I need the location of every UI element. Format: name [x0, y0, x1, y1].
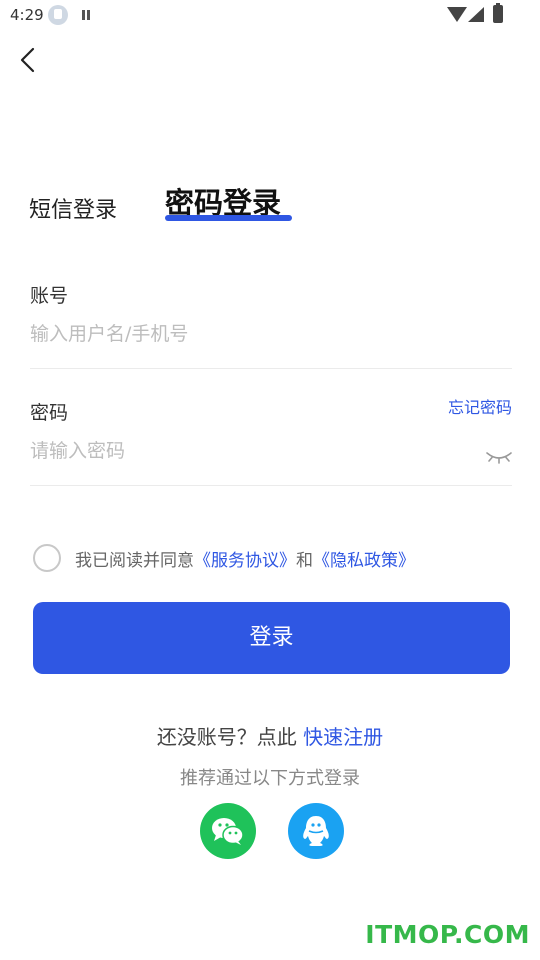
forgot-password-link[interactable]: 忘记密码: [448, 394, 512, 418]
agreement-conjunction: 和: [296, 551, 313, 571]
account-label: 账号: [30, 285, 69, 307]
social-login-title: 推荐通过以下方式登录: [180, 768, 360, 789]
active-tab-indicator: [165, 215, 292, 221]
chevron-left-icon: [20, 47, 35, 73]
account-input[interactable]: [30, 317, 470, 351]
status-time: 4:29: [10, 6, 44, 24]
register-prompt: 还没账号？点此: [156, 725, 297, 749]
account-divider: [30, 368, 512, 369]
quick-register-link[interactable]: 快速注册: [303, 725, 383, 749]
privacy-policy-link[interactable]: 《隐私政策》: [313, 551, 415, 571]
register-row: 还没账号？点此 快速注册: [0, 721, 540, 750]
qq-login-button[interactable]: [288, 803, 344, 859]
wechat-login-button[interactable]: [200, 803, 256, 859]
status-bar: 4:29: [0, 0, 540, 32]
wechat-icon: [212, 818, 244, 845]
qq-icon: [303, 816, 329, 846]
signal-icon: [468, 7, 484, 22]
password-input[interactable]: [30, 434, 450, 468]
password-label: 密码: [30, 402, 69, 424]
download-icon: [48, 5, 68, 25]
login-button[interactable]: 登录: [33, 602, 510, 674]
tab-sms-login[interactable]: 短信登录: [29, 192, 117, 224]
password-visibility-toggle[interactable]: [484, 446, 514, 468]
password-divider: [30, 485, 512, 486]
service-agreement-link[interactable]: 《服务协议》: [194, 551, 296, 571]
back-button[interactable]: [14, 44, 46, 76]
eye-closed-icon: [486, 452, 512, 464]
agreement-checkbox[interactable]: [33, 544, 61, 572]
agreement-text: 我已阅读并同意《服务协议》和《隐私政策》: [75, 546, 415, 571]
battery-icon: [493, 3, 503, 23]
wifi-icon: [447, 7, 467, 22]
watermark-logo: ITMOP.COM: [365, 920, 530, 949]
pause-icon: [82, 10, 90, 20]
agreement-prefix: 我已阅读并同意: [75, 551, 194, 571]
